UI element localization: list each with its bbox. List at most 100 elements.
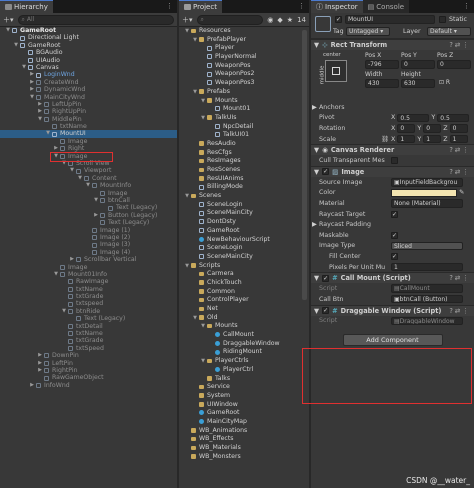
tree-row[interactable]: ▼ GameRoot [0,27,177,34]
tree-row[interactable]: ▼ Mount01Info [0,271,177,278]
tree-row[interactable]: Common [179,288,309,297]
expand-arrow-icon[interactable]: ▼ [77,175,83,182]
tree-row[interactable]: NewBehaviourScript [179,236,309,245]
expand-arrow-icon[interactable]: ▼ [192,88,198,97]
expand-arrow-icon[interactable]: ▼ [200,357,206,366]
component-menu-icon[interactable]: ?⇄⋮ [449,274,471,282]
tree-row[interactable]: ResUIAnims [179,175,309,184]
expand-arrow-icon[interactable]: ▼ [13,42,19,49]
tree-row[interactable]: Image (1) [0,227,177,234]
image-enabled-checkbox[interactable]: ✓ [322,168,330,176]
add-icon[interactable]: ＋▾ [3,15,14,25]
expand-arrow-icon[interactable]: ▼ [37,116,43,123]
tree-row[interactable]: txtName [0,286,177,293]
component-menu-icon[interactable]: ?⇄⋮ [449,307,471,315]
tree-row[interactable]: MainCityMap [179,418,309,427]
call-mount-header[interactable]: ▼ ✓ # Call Mount (Script) ?⇄⋮ [311,272,474,284]
tab-project[interactable]: Project [179,0,222,13]
rotation-y-field[interactable]: 0 [423,124,442,133]
tree-row[interactable]: ▼ Content [0,175,177,182]
ppu-field[interactable]: 1 [391,262,463,272]
tree-row[interactable]: SceneMainCity [179,209,309,218]
expand-arrow-icon[interactable]: ▼ [61,308,67,315]
expand-arrow-icon[interactable]: ▼ [53,153,59,160]
expand-arrow-icon[interactable]: ▼ [192,36,198,45]
tree-row[interactable]: ▼ MainCityWnd [0,94,177,101]
raycast-target-checkbox[interactable]: ✓ [391,210,398,218]
tree-row[interactable]: ResAudio [179,140,309,149]
tree-row[interactable]: Image [0,264,177,271]
tree-row[interactable]: ▶ Right [0,145,177,152]
project-scrollbar[interactable] [302,30,307,300]
expand-arrow-icon[interactable]: ▼ [5,27,11,34]
scale-z-field[interactable]: 1 [449,134,468,144]
collapse-arrow-icon[interactable]: ▶ [37,108,43,115]
tree-row[interactable]: ▼ Mounts [179,322,309,331]
tree-row[interactable]: WB_Effects [179,435,309,444]
object-name-field[interactable]: MountUI [345,15,435,24]
tree-row[interactable]: ▶ LoginWnd [0,71,177,78]
tree-row[interactable]: ▼ Prefabs [179,88,309,97]
tree-row[interactable]: ResImages [179,157,309,166]
tree-row[interactable]: WB_Animations [179,427,309,436]
tree-row[interactable]: CallMount [179,331,309,340]
scale-x-field[interactable]: 1 [397,134,416,144]
tree-row[interactable]: Image (3) [0,241,177,248]
tree-row[interactable]: PlayerNormal [179,53,309,62]
tree-row[interactable]: Text (Legacy) [0,204,177,211]
collapse-arrow-icon[interactable]: ▶ [29,86,35,93]
scale-y-field[interactable]: 1 [423,134,442,144]
tree-row[interactable]: ▼ PrefabPlayer [179,36,309,45]
tab-menu-icon[interactable]: ⋮ [463,2,471,10]
tree-row[interactable]: txtspeed [0,300,177,307]
posz-field[interactable]: 0 [437,60,471,69]
tree-row[interactable]: GameRoot [179,409,309,418]
expand-arrow-icon[interactable]: ▼ [192,314,198,323]
rotation-x-field[interactable]: 0 [397,124,416,133]
collapse-arrow-icon[interactable]: ▶ [37,360,43,367]
expand-arrow-icon[interactable]: ▼ [93,197,99,204]
tree-row[interactable]: ▶ RightPin [0,367,177,374]
tree-row[interactable]: ▶ DownPin [0,352,177,359]
expand-arrow-icon[interactable]: ▼ [184,27,190,36]
star-icon[interactable]: ★ [287,16,293,24]
tree-row[interactable]: ▼ Scenes [179,192,309,201]
collapse-arrow-icon[interactable]: ▶ [93,212,99,219]
tree-row[interactable]: txtGrade [0,293,177,300]
posx-field[interactable]: -796 [365,60,399,69]
tree-row[interactable]: ResScenes [179,166,309,175]
tree-row[interactable]: ▼ Mounts [179,97,309,106]
tab-inspector[interactable]: ⓘ Inspector [311,0,363,13]
component-menu-icon[interactable]: ?⇄⋮ [449,41,471,49]
eye-icon[interactable]: ◉ [267,16,273,24]
draggable-window-header[interactable]: ▼ ✓ # Draggable Window (Script) ?⇄⋮ [311,304,474,316]
material-field[interactable]: None (Material) [391,199,463,208]
tree-row[interactable]: ▶ DynamicWnd [0,86,177,93]
add-component-button[interactable]: Add Component [342,334,443,347]
component-menu-icon[interactable]: ?⇄⋮ [449,168,471,176]
tree-row[interactable]: ▶ CreateWnd [0,79,177,86]
anchor-preset-button[interactable] [325,60,347,82]
tree-row[interactable]: WeaponPos2 [179,70,309,79]
tree-row[interactable]: ▼ Old [179,314,309,323]
tree-row[interactable]: Text (Legacy) [0,219,177,226]
tree-row[interactable]: ▼ Image [0,153,177,160]
tree-row[interactable]: ▼ PlayerCtrls [179,357,309,366]
tree-row[interactable]: Image (4) [0,249,177,256]
tree-row[interactable]: ▶ Button (Legacy) [0,212,177,219]
draggable-enabled-checkbox[interactable]: ✓ [322,307,330,314]
collapse-arrow-icon[interactable]: ▶ [53,145,59,152]
expand-arrow-icon[interactable]: ▼ [85,182,91,189]
static-checkbox[interactable] [439,16,446,23]
tree-row[interactable]: DontDsty [179,218,309,227]
tree-row[interactable]: ▼ TalkUIs [179,114,309,123]
tree-row[interactable]: WeaponPos [179,62,309,71]
collapse-arrow-icon[interactable]: ▶ [37,352,43,359]
source-image-field[interactable]: ▣InputFieldBackgrou [391,178,463,187]
blueprint-icon[interactable]: ⊡ R [439,79,450,86]
tree-row[interactable]: TalkUI01 [179,131,309,140]
tree-row[interactable]: txtSpeed [0,345,177,352]
tree-row[interactable]: RawGameObject [0,374,177,381]
tree-row[interactable]: ControlPlayer [179,296,309,305]
tree-row[interactable]: txtName [0,330,177,337]
